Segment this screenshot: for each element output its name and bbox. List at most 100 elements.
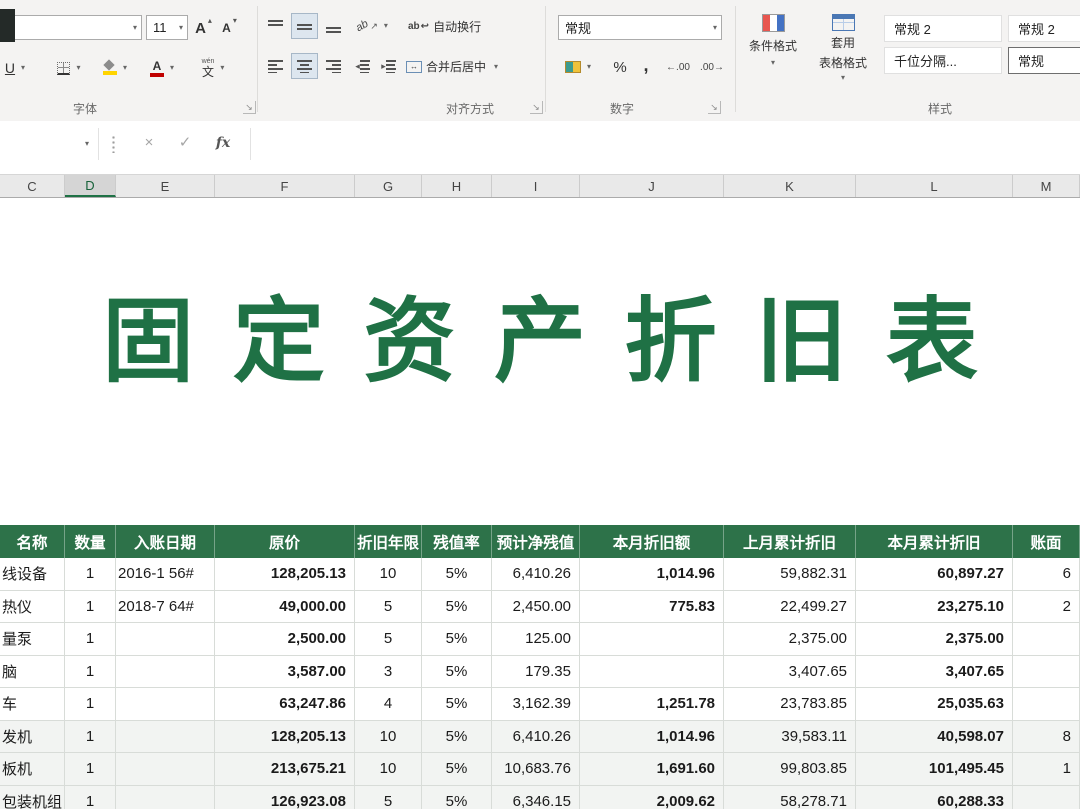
- table-cell[interactable]: 39,583.11: [724, 721, 856, 754]
- table-cell[interactable]: 2018-7 64#: [116, 591, 215, 624]
- table-cell[interactable]: 126,923.08: [215, 786, 355, 809]
- table-cell[interactable]: 4: [355, 688, 422, 721]
- table-cell[interactable]: [116, 721, 215, 754]
- table-cell[interactable]: [1013, 656, 1080, 689]
- table-cell[interactable]: 1: [65, 688, 116, 721]
- align-middle-button[interactable]: [291, 13, 318, 39]
- table-cell[interactable]: 6: [1013, 558, 1080, 591]
- table-cell[interactable]: 2,500.00: [215, 623, 355, 656]
- table-cell[interactable]: 99,803.85: [724, 753, 856, 786]
- table-cell[interactable]: 脑: [0, 656, 65, 689]
- sheet-title[interactable]: 固定资产折旧表: [0, 290, 1080, 396]
- table-header-cell[interactable]: 本月累计折旧: [856, 525, 1013, 558]
- table-cell[interactable]: 23,783.85: [724, 688, 856, 721]
- column-header-M[interactable]: M: [1013, 175, 1080, 197]
- table-cell[interactable]: 5%: [422, 558, 492, 591]
- table-cell[interactable]: 1,014.96: [580, 558, 724, 591]
- table-cell[interactable]: 10: [355, 753, 422, 786]
- font-dialog-launcher[interactable]: ↘: [243, 101, 256, 114]
- table-cell[interactable]: 1: [65, 721, 116, 754]
- shrink-font-button[interactable]: A ▾: [217, 15, 242, 41]
- column-header-C[interactable]: C: [0, 175, 65, 197]
- table-header-cell[interactable]: 入账日期: [116, 525, 215, 558]
- table-cell[interactable]: 车: [0, 688, 65, 721]
- table-cell[interactable]: 1,251.78: [580, 688, 724, 721]
- table-cell[interactable]: 6,410.26: [492, 558, 580, 591]
- worksheet[interactable]: 固定资产折旧表 名称数量入账日期原价折旧年限残值率预计净残值本月折旧额上月累计折…: [0, 198, 1080, 809]
- table-cell[interactable]: [116, 656, 215, 689]
- increase-decimal-button[interactable]: ←.00: [662, 55, 694, 79]
- drag-handle[interactable]: [112, 135, 115, 153]
- number-format-combo[interactable]: 常规 ▾: [558, 15, 722, 40]
- table-cell[interactable]: 5%: [422, 688, 492, 721]
- table-cell[interactable]: 1: [65, 656, 116, 689]
- phonetic-guide-button[interactable]: wén 文 ▾: [192, 53, 238, 83]
- align-top-button[interactable]: [262, 13, 289, 39]
- table-cell[interactable]: [1013, 623, 1080, 656]
- table-cell[interactable]: 10,683.76: [492, 753, 580, 786]
- table-cell[interactable]: 量泵: [0, 623, 65, 656]
- table-cell[interactable]: 23,275.10: [856, 591, 1013, 624]
- table-cell[interactable]: 5%: [422, 656, 492, 689]
- fill-color-button[interactable]: ▾: [96, 55, 138, 81]
- column-header-K[interactable]: K: [724, 175, 856, 197]
- table-cell[interactable]: 775.83: [580, 591, 724, 624]
- merge-center-button[interactable]: ↔ 合并后居中 ▾: [406, 53, 538, 80]
- formula-input[interactable]: [251, 121, 1080, 167]
- table-header-cell[interactable]: 名称: [0, 525, 65, 558]
- borders-button[interactable]: ▾: [52, 55, 90, 81]
- table-cell[interactable]: [1013, 688, 1080, 721]
- decrease-decimal-button[interactable]: .00→: [696, 55, 728, 79]
- column-header-F[interactable]: F: [215, 175, 355, 197]
- underline-button[interactable]: U ▾: [2, 55, 32, 81]
- table-cell[interactable]: 10: [355, 721, 422, 754]
- table-header-cell[interactable]: 原价: [215, 525, 355, 558]
- table-cell[interactable]: 6,410.26: [492, 721, 580, 754]
- table-cell[interactable]: 5%: [422, 623, 492, 656]
- decrease-indent-button[interactable]: ◂: [350, 53, 375, 79]
- table-header-cell[interactable]: 预计净残值: [492, 525, 580, 558]
- table-cell[interactable]: 101,495.45: [856, 753, 1013, 786]
- table-cell[interactable]: [1013, 786, 1080, 809]
- table-cell[interactable]: 1,691.60: [580, 753, 724, 786]
- table-cell[interactable]: [116, 753, 215, 786]
- table-cell[interactable]: 25,035.63: [856, 688, 1013, 721]
- table-cell[interactable]: 49,000.00: [215, 591, 355, 624]
- table-cell[interactable]: 发机: [0, 721, 65, 754]
- style-gallery-item[interactable]: 常规 2: [1008, 15, 1080, 42]
- column-header-G[interactable]: G: [355, 175, 422, 197]
- table-cell[interactable]: 10: [355, 558, 422, 591]
- table-cell[interactable]: 1: [65, 786, 116, 809]
- font-name-combo[interactable]: ▾: [0, 15, 142, 40]
- table-cell[interactable]: 5%: [422, 591, 492, 624]
- table-cell[interactable]: 3,587.00: [215, 656, 355, 689]
- font-size-combo[interactable]: 11 ▾: [146, 15, 188, 40]
- table-cell[interactable]: 包装机组: [0, 786, 65, 809]
- table-cell[interactable]: 2,450.00: [492, 591, 580, 624]
- table-cell[interactable]: 2,009.62: [580, 786, 724, 809]
- orientation-button[interactable]: ab ↗ ▾: [352, 13, 396, 39]
- table-cell[interactable]: 128,205.13: [215, 558, 355, 591]
- column-header-L[interactable]: L: [856, 175, 1013, 197]
- table-cell[interactable]: 板机: [0, 753, 65, 786]
- table-cell[interactable]: 5: [355, 786, 422, 809]
- name-box[interactable]: ▾: [0, 121, 97, 167]
- table-cell[interactable]: [116, 786, 215, 809]
- accounting-format-button[interactable]: ▾: [560, 55, 600, 79]
- table-cell[interactable]: 5%: [422, 753, 492, 786]
- table-header-cell[interactable]: 残值率: [422, 525, 492, 558]
- table-cell[interactable]: 2,375.00: [856, 623, 1013, 656]
- table-header-cell[interactable]: 本月折旧额: [580, 525, 724, 558]
- enter-button[interactable]: ✓: [172, 133, 198, 153]
- table-cell[interactable]: 63,247.86: [215, 688, 355, 721]
- column-header-J[interactable]: J: [580, 175, 724, 197]
- table-cell[interactable]: 128,205.13: [215, 721, 355, 754]
- table-cell[interactable]: 5%: [422, 721, 492, 754]
- table-cell[interactable]: 6,346.15: [492, 786, 580, 809]
- table-cell[interactable]: 60,288.33: [856, 786, 1013, 809]
- insert-function-button[interactable]: fx: [210, 133, 236, 153]
- table-cell[interactable]: 1: [1013, 753, 1080, 786]
- table-cell[interactable]: 线设备: [0, 558, 65, 591]
- column-header-H[interactable]: H: [422, 175, 492, 197]
- table-cell[interactable]: 5%: [422, 786, 492, 809]
